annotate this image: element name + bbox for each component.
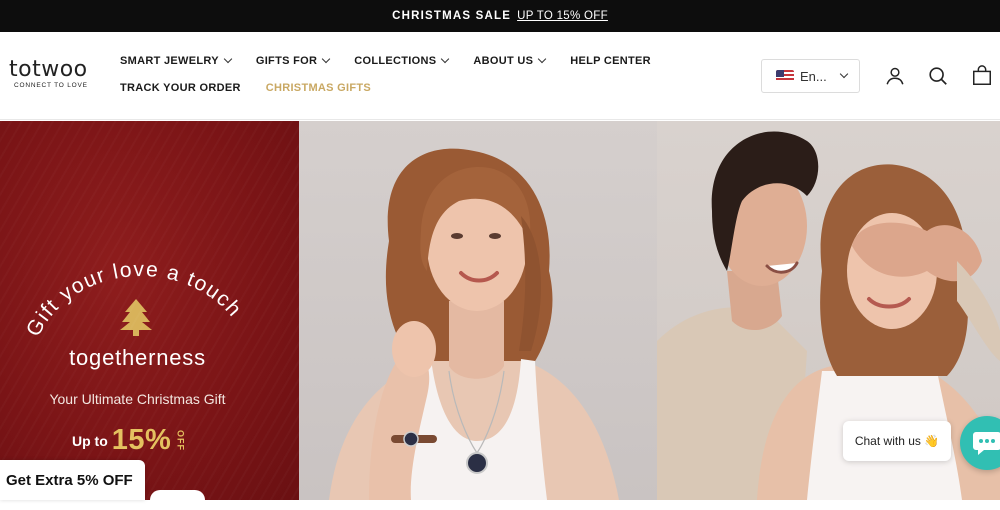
nav-row-primary: SMART JEWELRY GIFTS FOR COLLECTIONS ABOUT U… xyxy=(120,54,676,68)
nav-item-smart-jewelry[interactable]: SMART JEWELRY xyxy=(120,54,233,67)
offer-suffix: OFF xyxy=(175,430,186,451)
hero-headline: togetherness xyxy=(69,345,206,370)
offer-value: 15% xyxy=(111,424,172,456)
brand-name: totwoo xyxy=(9,57,88,82)
nav-row-secondary: TRACK YOUR ORDER CHRISTMAS GIFTS xyxy=(120,81,676,95)
hero-cta-partial[interactable] xyxy=(150,490,205,510)
nav-item-about-us[interactable]: ABOUT US xyxy=(473,54,547,67)
hero-subtitle: Your Ultimate Christmas Gift xyxy=(49,391,226,407)
announcement-link[interactable]: UP TO 15% OFF xyxy=(517,10,608,22)
nav-item-christmas-gifts[interactable]: CHRISTMAS GIFTS xyxy=(266,82,371,94)
model-necklace-image xyxy=(329,148,619,500)
hero-promo-panel[interactable]: Gift your love a touch of togetherness Y… xyxy=(0,121,299,500)
hero-arc-text: Gift your love a touch of xyxy=(0,216,252,340)
nav-item-label: COLLECTIONS xyxy=(354,55,437,67)
cart-icon[interactable] xyxy=(971,65,993,87)
christmas-tree-icon xyxy=(120,299,152,336)
hero-offer: Up to 15% OFF xyxy=(72,424,185,457)
extra-discount-tab[interactable]: Get Extra 5% OFF xyxy=(0,460,145,500)
chat-bubble[interactable]: Chat with us 👋 xyxy=(843,421,951,461)
nav-item-label: GIFTS FOR xyxy=(255,55,318,67)
svg-text:Gift your love a touch of: Gift your love a touch of xyxy=(0,216,252,340)
brand-logo[interactable]: totwoo CONNECT TO LOVE xyxy=(9,57,99,90)
nav-item-label: SMART JEWELRY xyxy=(120,55,219,67)
chevron-down-icon xyxy=(441,54,450,64)
chevron-down-icon xyxy=(537,54,547,64)
chevron-down-icon xyxy=(321,54,331,64)
language-label: En... xyxy=(800,68,827,84)
main-nav: SMART JEWELRY GIFTS FOR COLLECTIONS ABOUT U… xyxy=(120,54,676,108)
chevron-down-icon xyxy=(223,54,233,64)
brand-tagline: CONNECT TO LOVE xyxy=(14,82,88,89)
chat-icon xyxy=(973,432,1000,455)
search-icon[interactable] xyxy=(927,65,949,87)
nav-item-label: HELP CENTER xyxy=(570,55,651,67)
offer-prefix: Up to xyxy=(72,432,108,449)
language-selector[interactable]: En... xyxy=(761,59,860,93)
announcement-label: CHRISTMAS SALE xyxy=(392,10,512,22)
nav-item-label: ABOUT US xyxy=(473,55,534,67)
us-flag-icon xyxy=(776,70,794,82)
nav-item-gifts-for[interactable]: GIFTS FOR xyxy=(255,54,331,67)
account-icon[interactable] xyxy=(884,65,906,87)
nav-item-help-center[interactable]: HELP CENTER xyxy=(570,55,651,67)
announcement-bar: CHRISTMAS SALE UP TO 15% OFF xyxy=(0,0,1000,32)
hero-model-photo[interactable] xyxy=(299,121,657,500)
nav-item-collections[interactable]: COLLECTIONS xyxy=(354,54,450,67)
site-header: totwoo CONNECT TO LOVE SMART JEWELRY GIFT… xyxy=(0,32,1000,120)
chevron-down-icon xyxy=(839,69,848,79)
nav-item-track-your-order[interactable]: TRACK YOUR ORDER xyxy=(120,82,241,94)
